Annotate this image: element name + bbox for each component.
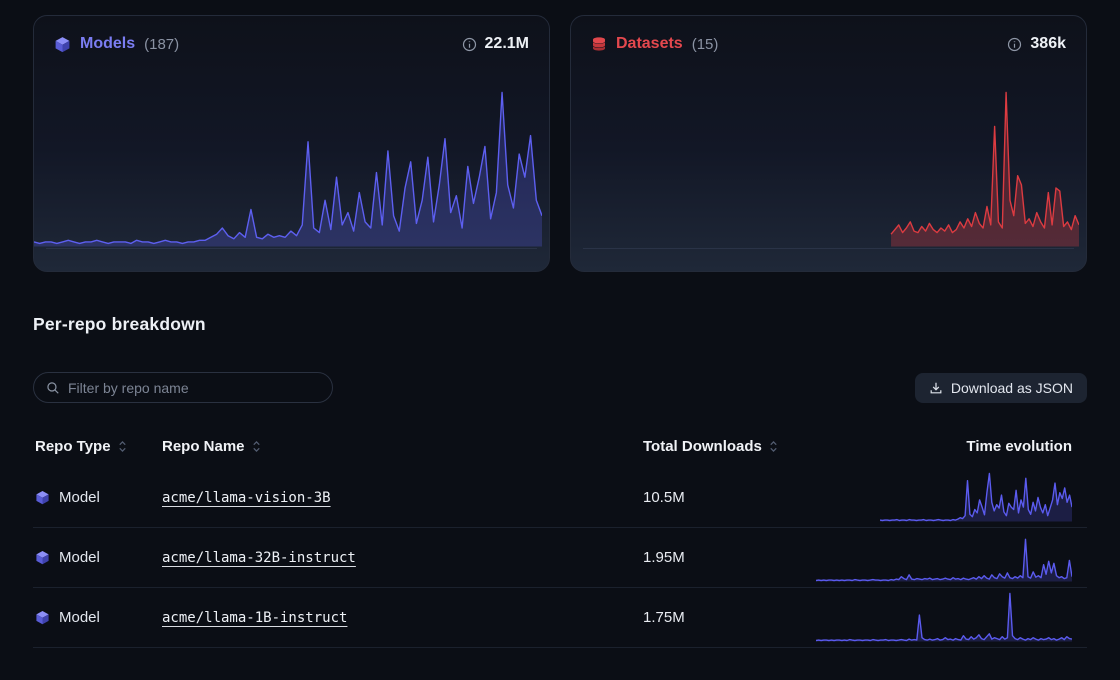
datasets-downloads-chart (571, 88, 1079, 248)
table-row: Model acme/llama-32B-instruct 1.95M (33, 528, 1087, 588)
repo-type-label: Model (59, 609, 100, 626)
download-icon (929, 381, 943, 395)
models-chart-baseline (46, 248, 537, 249)
datasets-card: Datasets (15) 386k (570, 15, 1087, 272)
cube-icon (35, 490, 50, 505)
repo-filter[interactable] (33, 372, 333, 403)
database-icon (591, 36, 607, 52)
repo-link[interactable]: acme/llama-1B-instruct (162, 610, 347, 626)
page-title: Per-repo breakdown (33, 314, 1087, 335)
datasets-total: 386k (1007, 35, 1066, 53)
table-row: Model acme/llama-1B-instruct 1.75M (33, 588, 1087, 648)
header-time-evolution: Time evolution (803, 438, 1087, 455)
header-repo-type: Repo Type (33, 438, 160, 455)
repo-name-cell: acme/llama-vision-3B (160, 490, 643, 506)
sort-repo-name-icon[interactable] (251, 440, 262, 453)
table-controls: Download as JSON (33, 372, 1087, 403)
repo-link[interactable]: acme/llama-32B-instruct (162, 550, 356, 566)
models-card: Models (187) 22.1M (33, 15, 550, 272)
table-header-row: Repo Type Repo Name (33, 424, 1087, 468)
repo-type-cell: Model (33, 489, 160, 506)
info-icon[interactable] (1007, 37, 1022, 52)
per-repo-table: Repo Type Repo Name (33, 424, 1087, 648)
models-card-title: Models (80, 35, 135, 53)
header-repo-name-label: Repo Name (162, 438, 245, 455)
repo-name-cell: acme/llama-1B-instruct (160, 610, 643, 626)
dashboard: Models (187) 22.1M (0, 0, 1120, 648)
datasets-count: (15) (692, 36, 719, 53)
models-total: 22.1M (462, 35, 529, 53)
repo-type-label: Model (59, 489, 100, 506)
time-evolution-sparkline (803, 468, 1087, 527)
total-downloads-cell: 1.95M (643, 549, 803, 566)
cube-icon (54, 36, 71, 53)
datasets-total-value: 386k (1030, 35, 1066, 53)
table-row: Model acme/llama-vision-3B 10.5M (33, 468, 1087, 528)
header-repo-type-label: Repo Type (35, 438, 111, 455)
repo-filter-input[interactable] (68, 380, 320, 396)
sort-total-downloads-icon[interactable] (768, 440, 779, 453)
total-downloads-cell: 10.5M (643, 489, 803, 506)
time-evolution-sparkline (803, 528, 1087, 587)
repo-name-cell: acme/llama-32B-instruct (160, 550, 643, 566)
header-total-downloads-label: Total Downloads (643, 438, 762, 455)
search-icon (46, 381, 60, 395)
repo-type-label: Model (59, 549, 100, 566)
models-total-value: 22.1M (485, 35, 529, 53)
models-downloads-chart (34, 88, 542, 248)
info-icon[interactable] (462, 37, 477, 52)
header-repo-name: Repo Name (160, 438, 643, 455)
repo-type-cell: Model (33, 609, 160, 626)
time-evolution-sparkline (803, 588, 1087, 647)
header-total-downloads: Total Downloads (643, 438, 803, 455)
datasets-chart-baseline (583, 248, 1074, 249)
summary-cards: Models (187) 22.1M (33, 15, 1087, 272)
models-count: (187) (144, 36, 179, 53)
models-card-header: Models (187) 22.1M (34, 16, 549, 53)
sort-repo-type-icon[interactable] (117, 440, 128, 453)
download-json-label: Download as JSON (951, 380, 1073, 396)
datasets-card-title: Datasets (616, 35, 683, 53)
datasets-card-header: Datasets (15) 386k (571, 16, 1086, 53)
total-downloads-cell: 1.75M (643, 609, 803, 626)
repo-link[interactable]: acme/llama-vision-3B (162, 490, 331, 506)
cube-icon (35, 610, 50, 625)
cube-icon (35, 550, 50, 565)
download-json-button[interactable]: Download as JSON (915, 373, 1087, 403)
repo-type-cell: Model (33, 549, 160, 566)
